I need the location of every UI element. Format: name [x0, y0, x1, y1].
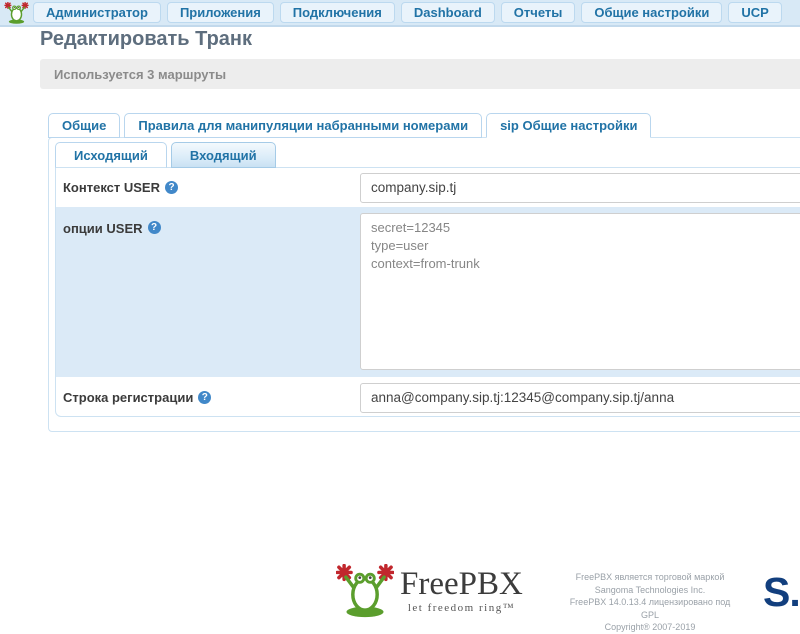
user-options-label-cell: опции USER ? [63, 207, 360, 236]
register-string-row: Строка регистрации ? [56, 377, 800, 417]
trunk-tabs: Общие Правила для манипуляции набранными… [48, 113, 651, 138]
top-navbar: Администратор Приложения Подключения Das… [0, 0, 800, 27]
register-string-label: Строка регистрации [63, 390, 193, 405]
nav-item-admin[interactable]: Администратор [33, 2, 161, 23]
help-icon[interactable]: ? [198, 391, 211, 404]
nav-item-applications[interactable]: Приложения [167, 2, 274, 23]
user-context-input[interactable] [360, 173, 800, 203]
nav-item-settings[interactable]: Общие настройки [581, 2, 722, 23]
freepbx-tagline: let freedom ring™ [408, 602, 515, 614]
help-icon[interactable]: ? [165, 181, 178, 194]
nav-item-dashboard[interactable]: Dashboard [401, 2, 495, 23]
legal-line: Sangoma Technologies Inc. [568, 584, 732, 597]
register-string-value-cell [360, 383, 800, 413]
subtab-outgoing[interactable]: Исходящий [55, 142, 167, 168]
register-string-label-cell: Строка регистрации ? [63, 390, 360, 405]
freepbx-brand-name: FreePBX [400, 567, 523, 601]
routes-in-use-notice: Используется 3 маршруты [40, 59, 800, 89]
freepbx-brand-block: FreePBX let freedom ring™ [400, 564, 523, 618]
user-context-row: Контекст USER ? [56, 168, 800, 207]
freepbx-frog-logo-small[interactable] [3, 2, 30, 24]
legal-line: FreePBX является торговой маркой [568, 571, 732, 584]
nav-item-ucp[interactable]: UCP [728, 2, 781, 23]
freepbx-footer-logo: FreePBX let freedom ring™ [336, 564, 523, 618]
user-options-row: опции USER ? secret=12345 type=user cont… [56, 207, 800, 377]
user-context-value-cell [360, 173, 800, 203]
user-options-textarea[interactable]: secret=12345 type=user context=from-trun… [360, 213, 800, 370]
legal-line: FreePBX 14.0.13.4 лицензировано под GPL [568, 596, 732, 621]
user-context-label: Контекст USER [63, 180, 160, 195]
user-options-value-cell: secret=12345 type=user context=from-trun… [360, 207, 800, 375]
nav-item-connectivity[interactable]: Подключения [280, 2, 395, 23]
subtab-incoming[interactable]: Входящий [171, 142, 276, 168]
tab-sip-settings[interactable]: sip Общие настройки [486, 113, 651, 138]
sangoma-logo-partial: S. [763, 570, 800, 614]
tab-general[interactable]: Общие [48, 113, 120, 138]
notice-text: Используется 3 маршруты [54, 67, 226, 82]
page-title: Редактировать Транк [40, 28, 252, 51]
register-string-input[interactable] [360, 383, 800, 413]
user-context-label-cell: Контекст USER ? [63, 180, 360, 195]
footer-legal-text: FreePBX является торговой маркой Sangoma… [568, 571, 732, 634]
freepbx-frog-icon [336, 564, 394, 618]
help-icon[interactable]: ? [148, 221, 161, 234]
incoming-settings-panel: Контекст USER ? опции USER ? secret=1234… [55, 167, 800, 417]
nav-item-reports[interactable]: Отчеты [501, 2, 576, 23]
sip-direction-tabs: Исходящий Входящий [55, 142, 276, 168]
user-options-label: опции USER [63, 221, 143, 236]
tab-dialed-number-manipulation-rules[interactable]: Правила для манипуляции набранными номер… [124, 113, 482, 138]
